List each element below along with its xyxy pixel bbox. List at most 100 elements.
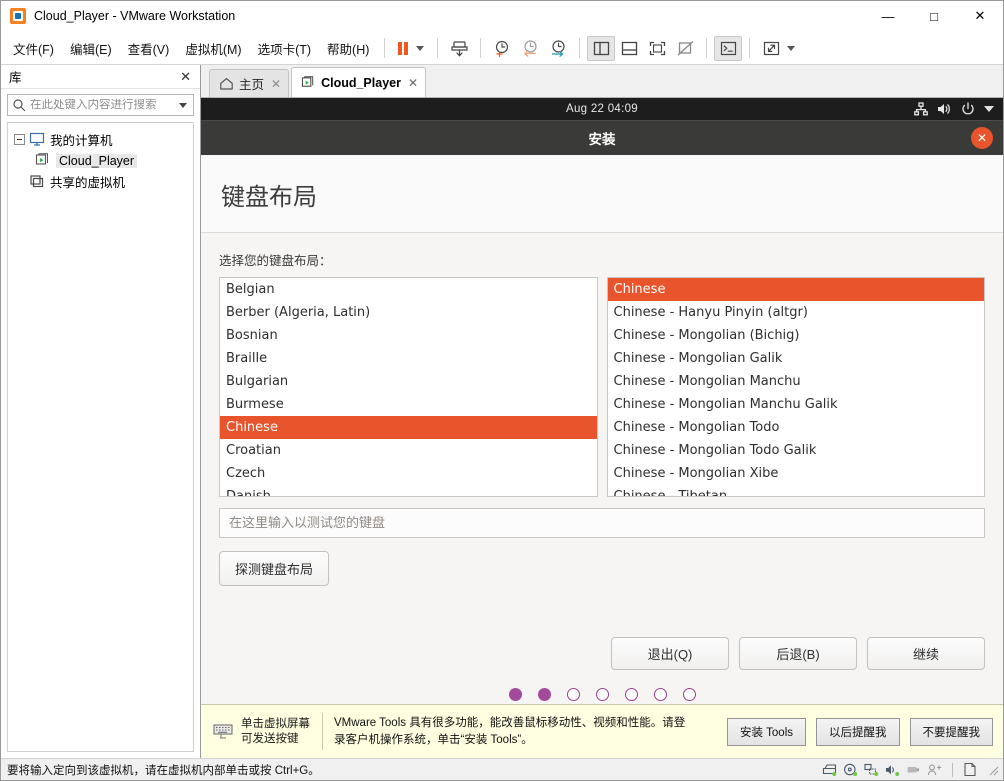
list-item[interactable]: Chinese - Mongolian Manchu <box>608 370 985 393</box>
list-item[interactable]: Chinese <box>220 416 597 439</box>
show-thumbnails-button[interactable] <box>615 36 643 61</box>
guest-clock[interactable]: Aug 22 04:09 <box>201 103 1003 115</box>
remind-later-button[interactable]: 以后提醒我 <box>816 717 900 746</box>
tree-item-cloud-player[interactable]: Cloud_Player <box>8 150 193 171</box>
shared-vm-icon <box>30 175 44 188</box>
list-item[interactable]: Chinese - Mongolian Todo <box>608 416 985 439</box>
tab-label: Cloud_Player <box>321 75 401 90</box>
document-icon <box>964 762 976 777</box>
tab-close-icon[interactable]: ✕ <box>408 76 418 90</box>
expander-icon[interactable] <box>14 134 25 145</box>
status-bar: 要将输入定向到该虚拟机，请在虚拟机内部单击或按 Ctrl+G。 <box>1 758 1003 780</box>
progress-dot <box>682 687 696 701</box>
power-dropdown[interactable] <box>416 45 425 51</box>
full-screen-button[interactable] <box>643 36 671 61</box>
take-snapshot-button[interactable] <box>488 36 516 61</box>
menu-vm[interactable]: 虚拟机(M) <box>177 34 249 63</box>
tab-home[interactable]: 主页 ✕ <box>209 69 290 97</box>
list-item[interactable]: Bosnian <box>220 324 597 347</box>
snapshot-icon <box>451 40 468 57</box>
installer-nav-buttons: 退出(Q) 后退(B) 继续 <box>219 637 985 684</box>
list-item[interactable]: Czech <box>220 462 597 485</box>
library-sidebar: 库 ✕ 我的计算机 <box>1 65 201 758</box>
pause-button[interactable] <box>392 36 414 61</box>
layout-list-left[interactable]: Belgian Berber (Algeria, Latin) Bosnian Bra… <box>219 277 598 497</box>
menu-file[interactable]: 文件(F) <box>5 34 62 63</box>
usb-device-icon <box>907 766 919 772</box>
quit-button[interactable]: 退出(Q) <box>611 637 729 670</box>
device-icons <box>822 762 999 777</box>
revert-snapshot-button[interactable] <box>516 36 544 61</box>
installer-content: 选择您的键盘布局： Belgian Berber (Algeria, Latin)… <box>201 233 1003 684</box>
main-body: 库 ✕ 我的计算机 <box>1 65 1003 758</box>
snapshot-manager-button[interactable] <box>544 36 572 61</box>
continue-button[interactable]: 继续 <box>867 637 985 670</box>
home-icon <box>220 77 233 90</box>
unity-mode-button[interactable] <box>671 36 699 61</box>
click-hint: 单击虚拟屏幕 可发送按键 <box>241 717 310 747</box>
tree-item-my-computer[interactable]: 我的计算机 <box>8 129 193 150</box>
minimize-button[interactable]: — <box>865 1 911 31</box>
install-tools-button[interactable]: 安装 Tools <box>726 717 806 746</box>
list-item[interactable]: Braille <box>220 347 597 370</box>
tab-close-icon[interactable]: ✕ <box>271 77 281 91</box>
list-item[interactable]: Danish <box>220 485 597 496</box>
volume-icon <box>938 104 950 114</box>
stretch-button[interactable] <box>757 36 785 61</box>
menu-edit[interactable]: 编辑(E) <box>62 34 120 63</box>
progress-dots <box>201 684 1003 704</box>
layout-lists: Belgian Berber (Algeria, Latin) Bosnian Bra… <box>219 277 985 497</box>
installer-window: 安装 ✕ 键盘布局 选择您的键盘布局： Belgian Berber (Alger… <box>201 120 1003 704</box>
never-remind-button[interactable]: 不要提醒我 <box>909 717 993 746</box>
close-button[interactable]: ✕ <box>957 1 1003 31</box>
fullscreen-frame-icon <box>649 41 666 55</box>
library-close-icon[interactable]: ✕ <box>177 69 194 85</box>
search-input[interactable] <box>30 99 176 111</box>
menu-view[interactable]: 查看(V) <box>120 34 178 63</box>
list-item[interactable]: Bulgarian <box>220 370 597 393</box>
clock-back-icon <box>524 39 537 57</box>
stretch-dropdown[interactable] <box>787 45 796 51</box>
window-title: Cloud_Player - VMware Workstation <box>34 9 236 23</box>
terminal-icon <box>720 41 736 55</box>
vmware-logo-icon <box>10 8 26 24</box>
layout-list-right[interactable]: Chinese Chinese - Hanyu Pinyin (altgr) Chi… <box>606 277 985 497</box>
unity-off-icon <box>677 40 694 55</box>
back-button[interactable]: 后退(B) <box>739 637 857 670</box>
keyboard-layout-label: 选择您的键盘布局： <box>219 254 332 268</box>
detect-keyboard-button[interactable]: 探测键盘布局 <box>219 551 330 586</box>
list-item[interactable]: Chinese <box>607 278 984 301</box>
list-item[interactable]: Croatian <box>220 439 597 462</box>
click-hint-line2: 可发送按键 <box>241 732 299 745</box>
list-item[interactable]: Chinese - Tibetan <box>608 485 985 496</box>
tab-strip: 主页 ✕ Cloud_Player ✕ <box>201 65 1003 98</box>
progress-dot <box>508 687 522 701</box>
vm-console[interactable]: Aug 22 04:09 安装 ✕ 键盘布局 选择您的键盘布局： Belgian… <box>201 98 1003 704</box>
installer-close-button[interactable]: ✕ <box>971 127 993 149</box>
list-item[interactable]: Chinese - Hanyu Pinyin (altgr) <box>608 301 985 324</box>
network-icon <box>914 102 928 116</box>
keyboard-test-field[interactable] <box>219 508 985 538</box>
tree-item-shared-vms[interactable]: 共享的虚拟机 <box>8 171 193 192</box>
list-item[interactable]: Belgian <box>220 278 597 301</box>
keyboard-test-input[interactable] <box>229 515 975 531</box>
list-item[interactable]: Burmese <box>220 393 597 416</box>
snapshot-button[interactable] <box>445 36 473 61</box>
show-library-button[interactable] <box>587 35 616 61</box>
list-item[interactable]: Chinese - Mongolian Xibe <box>608 462 985 485</box>
list-item[interactable]: Berber (Algeria, Latin) <box>220 301 597 324</box>
search-dropdown-icon[interactable] <box>179 102 187 108</box>
list-item[interactable]: Chinese - Mongolian Todo Galik <box>608 439 985 462</box>
console-button[interactable] <box>714 35 743 61</box>
menu-help[interactable]: 帮助(H) <box>319 34 377 63</box>
chevron-down-icon[interactable] <box>984 106 994 112</box>
tab-cloud-player[interactable]: Cloud_Player ✕ <box>291 67 427 97</box>
list-item[interactable]: Chinese - Mongolian Galik <box>608 347 985 370</box>
progress-dot <box>653 687 667 701</box>
status-message: 要将输入定向到该虚拟机，请在虚拟机内部单击或按 Ctrl+G。 <box>7 764 320 777</box>
list-item[interactable]: Chinese - Mongolian Manchu Galik <box>608 393 985 416</box>
menu-tabs[interactable]: 选项卡(T) <box>250 34 319 63</box>
maximize-button[interactable]: □ <box>911 1 957 31</box>
search-box[interactable] <box>7 94 194 116</box>
list-item[interactable]: Chinese - Mongolian (Bichig) <box>608 324 985 347</box>
